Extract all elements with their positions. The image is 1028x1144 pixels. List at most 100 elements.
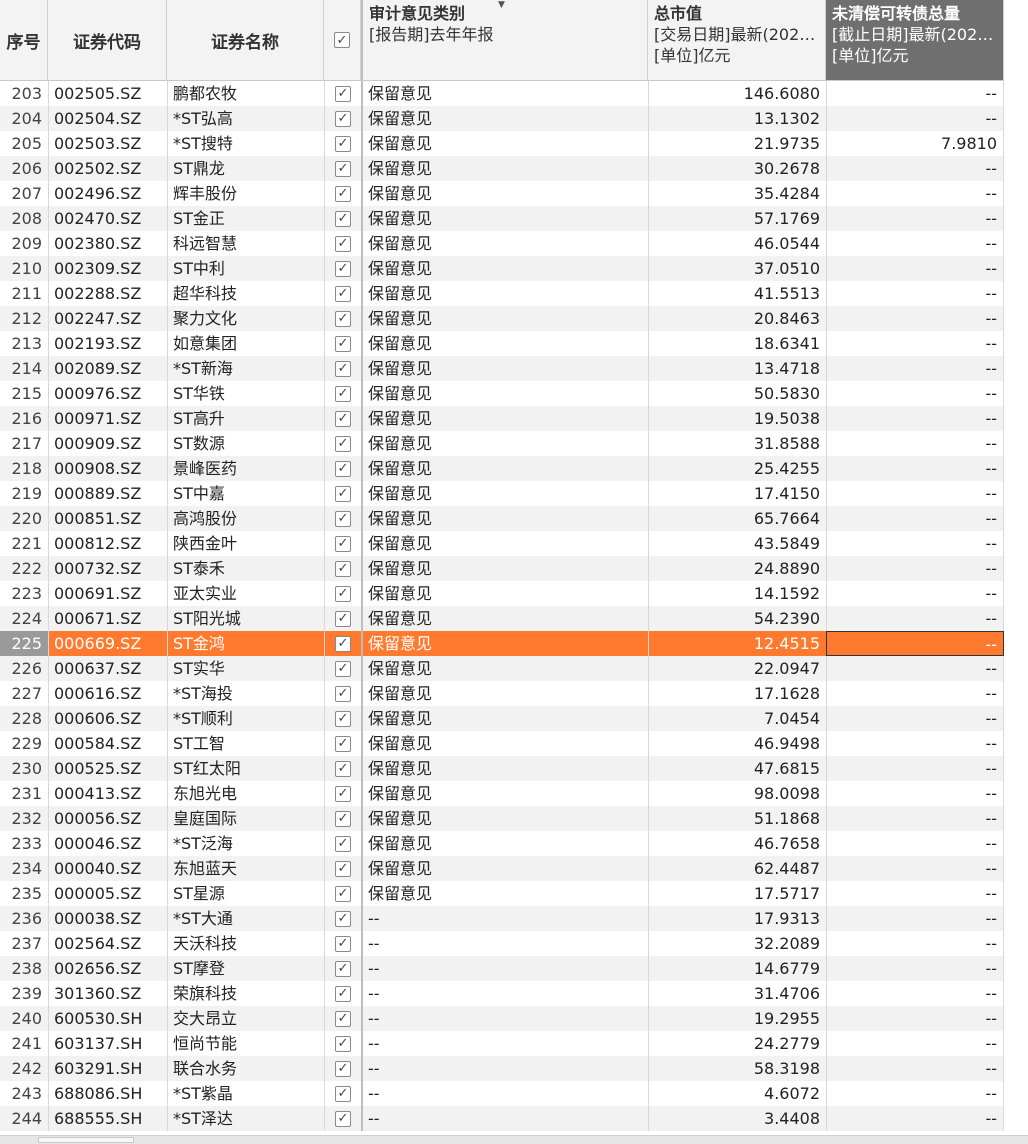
row-checkbox[interactable]: ✓ bbox=[324, 106, 361, 131]
header-audit[interactable]: 审计意见类别 [报告期]去年年报 bbox=[361, 0, 648, 80]
row-checkbox[interactable]: ✓ bbox=[324, 531, 361, 556]
table-row[interactable]: 206 002502.SZ ST鼎龙 ✓ 保留意见 30.2678 -- bbox=[0, 156, 1004, 181]
row-checkbox[interactable]: ✓ bbox=[324, 281, 361, 306]
checkbox-checked-icon[interactable]: ✓ bbox=[335, 685, 351, 702]
row-checkbox[interactable]: ✓ bbox=[324, 181, 361, 206]
table-row[interactable]: 239 301360.SZ 荣旗科技 ✓ -- 31.4706 -- bbox=[0, 981, 1004, 1006]
row-checkbox[interactable]: ✓ bbox=[324, 481, 361, 506]
table-row[interactable]: 207 002496.SZ 辉丰股份 ✓ 保留意见 35.4284 -- bbox=[0, 181, 1004, 206]
row-checkbox[interactable]: ✓ bbox=[324, 856, 361, 881]
table-row[interactable]: 220 000851.SZ 高鸿股份 ✓ 保留意见 65.7664 -- bbox=[0, 506, 1004, 531]
checkbox-checked-icon[interactable]: ✓ bbox=[335, 1085, 351, 1102]
row-checkbox[interactable]: ✓ bbox=[324, 1006, 361, 1031]
checkbox-checked-icon[interactable]: ✓ bbox=[335, 385, 351, 402]
table-row[interactable]: 203 002505.SZ 鹏都农牧 ✓ 保留意见 146.6080 -- bbox=[0, 81, 1004, 106]
checkbox-checked-icon[interactable]: ✓ bbox=[335, 160, 351, 177]
header-code[interactable]: 证券代码 bbox=[48, 0, 167, 80]
row-checkbox[interactable]: ✓ bbox=[324, 81, 361, 106]
row-checkbox[interactable]: ✓ bbox=[324, 981, 361, 1006]
row-checkbox[interactable]: ✓ bbox=[324, 306, 361, 331]
header-select-all[interactable]: ✓ bbox=[324, 0, 361, 80]
table-row[interactable]: 230 000525.SZ ST红太阳 ✓ 保留意见 47.6815 -- bbox=[0, 756, 1004, 781]
row-checkbox[interactable]: ✓ bbox=[324, 781, 361, 806]
table-row[interactable]: 225 000669.SZ ST金鸿 ✓ 保留意见 12.4515 -- bbox=[0, 631, 1004, 656]
scrollbar-thumb[interactable] bbox=[38, 1137, 134, 1143]
checkbox-checked-icon[interactable]: ✓ bbox=[335, 235, 351, 252]
table-row[interactable]: 234 000040.SZ 东旭蓝天 ✓ 保留意见 62.4487 -- bbox=[0, 856, 1004, 881]
row-checkbox[interactable]: ✓ bbox=[324, 456, 361, 481]
table-row[interactable]: 213 002193.SZ 如意集团 ✓ 保留意见 18.6341 -- bbox=[0, 331, 1004, 356]
row-checkbox[interactable]: ✓ bbox=[324, 656, 361, 681]
checkbox-checked-icon[interactable]: ✓ bbox=[335, 1010, 351, 1027]
table-row[interactable]: 236 000038.SZ *ST大通 ✓ -- 17.9313 -- bbox=[0, 906, 1004, 931]
table-row[interactable]: 235 000005.SZ ST星源 ✓ 保留意见 17.5717 -- bbox=[0, 881, 1004, 906]
checkbox-checked-icon[interactable]: ✓ bbox=[335, 485, 351, 502]
table-row[interactable]: 233 000046.SZ *ST泛海 ✓ 保留意见 46.7658 -- bbox=[0, 831, 1004, 856]
header-index[interactable]: 序号 bbox=[0, 0, 48, 80]
checkbox-checked-icon[interactable]: ✓ bbox=[335, 285, 351, 302]
table-row[interactable]: 224 000671.SZ ST阳光城 ✓ 保留意见 54.2390 -- bbox=[0, 606, 1004, 631]
table-row[interactable]: 216 000971.SZ ST高升 ✓ 保留意见 19.5038 -- bbox=[0, 406, 1004, 431]
checkbox-checked-icon[interactable]: ✓ bbox=[335, 260, 351, 277]
checkbox-checked-icon[interactable]: ✓ bbox=[335, 360, 351, 377]
row-checkbox[interactable]: ✓ bbox=[324, 806, 361, 831]
table-row[interactable]: 237 002564.SZ 天沃科技 ✓ -- 32.2089 -- bbox=[0, 931, 1004, 956]
table-row[interactable]: 243 688086.SH *ST紫晶 ✓ -- 4.6072 -- bbox=[0, 1081, 1004, 1106]
checkbox-checked-icon[interactable]: ✓ bbox=[335, 660, 351, 677]
table-row[interactable]: 223 000691.SZ 亚太实业 ✓ 保留意见 14.1592 -- bbox=[0, 581, 1004, 606]
row-checkbox[interactable]: ✓ bbox=[324, 231, 361, 256]
row-checkbox[interactable]: ✓ bbox=[324, 906, 361, 931]
table-row[interactable]: 227 000616.SZ *ST海投 ✓ 保留意见 17.1628 -- bbox=[0, 681, 1004, 706]
checkbox-checked-icon[interactable]: ✓ bbox=[335, 835, 351, 852]
table-row[interactable]: 222 000732.SZ ST泰禾 ✓ 保留意见 24.8890 -- bbox=[0, 556, 1004, 581]
row-checkbox[interactable]: ✓ bbox=[324, 506, 361, 531]
table-row[interactable]: 205 002503.SZ *ST搜特 ✓ 保留意见 21.9735 7.9810 bbox=[0, 131, 1004, 156]
checkbox-checked-icon[interactable]: ✓ bbox=[335, 760, 351, 777]
checkbox-checked-icon[interactable]: ✓ bbox=[335, 1035, 351, 1052]
table-row[interactable]: 238 002656.SZ ST摩登 ✓ -- 14.6779 -- bbox=[0, 956, 1004, 981]
checkbox-checked-icon[interactable]: ✓ bbox=[335, 410, 351, 427]
table-row[interactable]: 208 002470.SZ ST金正 ✓ 保留意见 57.1769 -- bbox=[0, 206, 1004, 231]
table-row[interactable]: 232 000056.SZ 皇庭国际 ✓ 保留意见 51.1868 -- bbox=[0, 806, 1004, 831]
table-row[interactable]: 228 000606.SZ *ST顺利 ✓ 保留意见 7.0454 -- bbox=[0, 706, 1004, 731]
table-row[interactable]: 204 002504.SZ *ST弘高 ✓ 保留意见 13.1302 -- bbox=[0, 106, 1004, 131]
checkbox-checked-icon[interactable]: ✓ bbox=[335, 785, 351, 802]
table-row[interactable]: 226 000637.SZ ST实华 ✓ 保留意见 22.0947 -- bbox=[0, 656, 1004, 681]
checkbox-checked-icon[interactable]: ✓ bbox=[335, 810, 351, 827]
checkbox-checked-icon[interactable]: ✓ bbox=[335, 610, 351, 627]
checkbox-checked-icon[interactable]: ✓ bbox=[335, 210, 351, 227]
header-market-value[interactable]: 总市值 [交易日期]最新(202… [单位]亿元 bbox=[648, 0, 826, 80]
checkbox-checked-icon[interactable]: ✓ bbox=[335, 960, 351, 977]
checkbox-checked-icon[interactable]: ✓ bbox=[335, 910, 351, 927]
row-checkbox[interactable]: ✓ bbox=[324, 206, 361, 231]
row-checkbox[interactable]: ✓ bbox=[324, 681, 361, 706]
checkbox-checked-icon[interactable]: ✓ bbox=[335, 535, 351, 552]
row-checkbox[interactable]: ✓ bbox=[324, 731, 361, 756]
table-row[interactable]: 242 603291.SH 联合水务 ✓ -- 58.3198 -- bbox=[0, 1056, 1004, 1081]
row-checkbox[interactable]: ✓ bbox=[324, 1081, 361, 1106]
row-checkbox[interactable]: ✓ bbox=[324, 356, 361, 381]
row-checkbox[interactable]: ✓ bbox=[324, 381, 361, 406]
row-checkbox[interactable]: ✓ bbox=[324, 931, 361, 956]
row-checkbox[interactable]: ✓ bbox=[324, 756, 361, 781]
table-row[interactable]: 229 000584.SZ ST工智 ✓ 保留意见 46.9498 -- bbox=[0, 731, 1004, 756]
checkbox-checked-icon[interactable]: ✓ bbox=[335, 860, 351, 877]
checkbox-checked-icon[interactable]: ✓ bbox=[335, 185, 351, 202]
checkbox-checked-icon[interactable]: ✓ bbox=[335, 85, 351, 102]
row-checkbox[interactable]: ✓ bbox=[324, 1106, 361, 1131]
row-checkbox[interactable]: ✓ bbox=[324, 881, 361, 906]
table-row[interactable]: 240 600530.SH 交大昂立 ✓ -- 19.2955 -- bbox=[0, 1006, 1004, 1031]
table-row[interactable]: 221 000812.SZ 陕西金叶 ✓ 保留意见 43.5849 -- bbox=[0, 531, 1004, 556]
table-row[interactable]: 241 603137.SH 恒尚节能 ✓ -- 24.2779 -- bbox=[0, 1031, 1004, 1056]
table-row[interactable]: 211 002288.SZ 超华科技 ✓ 保留意见 41.5513 -- bbox=[0, 281, 1004, 306]
table-row[interactable]: 231 000413.SZ 东旭光电 ✓ 保留意见 98.0098 -- bbox=[0, 781, 1004, 806]
checkbox-checked-icon[interactable]: ✓ bbox=[335, 110, 351, 127]
table-row[interactable]: 218 000908.SZ 景峰医药 ✓ 保留意见 25.4255 -- bbox=[0, 456, 1004, 481]
row-checkbox[interactable]: ✓ bbox=[324, 331, 361, 356]
checkbox-checked-icon[interactable]: ✓ bbox=[335, 585, 351, 602]
table-row[interactable]: 214 002089.SZ *ST新海 ✓ 保留意见 13.4718 -- bbox=[0, 356, 1004, 381]
header-convertible[interactable]: 未清偿可转债总量 [截止日期]最新(202… [单位]亿元 bbox=[826, 0, 1004, 80]
table-row[interactable]: 217 000909.SZ ST数源 ✓ 保留意见 31.8588 -- bbox=[0, 431, 1004, 456]
checkbox-checked-icon[interactable]: ✓ bbox=[335, 135, 351, 152]
row-checkbox[interactable]: ✓ bbox=[324, 556, 361, 581]
